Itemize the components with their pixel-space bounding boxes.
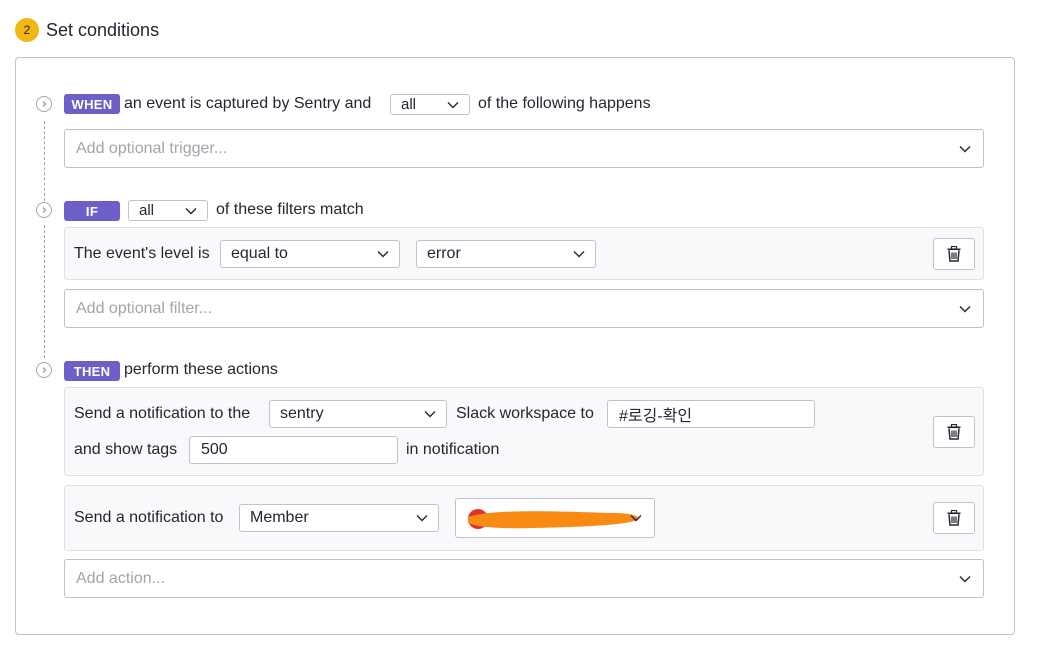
add-action-placeholder: Add action...	[76, 569, 165, 587]
tags-suffix: in notification	[406, 441, 500, 458]
tags-label: and show tags	[74, 441, 178, 458]
tags-input[interactable]: 500	[189, 436, 398, 464]
member-select[interactable]	[455, 498, 655, 538]
delete-filter-button[interactable]	[933, 238, 975, 270]
chevron-down-icon	[959, 145, 971, 152]
filter-operator-select[interactable]: equal to	[220, 240, 400, 268]
add-trigger-select[interactable]: Add optional trigger...	[64, 129, 984, 168]
trash-icon	[947, 424, 961, 440]
target-type-value: Member	[250, 509, 309, 526]
filter-operator-value: equal to	[231, 245, 288, 262]
filter-row: The event's level is equal to error	[64, 227, 984, 280]
slack-channel-value: #로깅-확인	[619, 408, 693, 425]
chevron-down-icon	[959, 305, 971, 312]
member-action-label: Send a notification to	[74, 509, 224, 526]
delete-member-action-button[interactable]	[933, 502, 975, 534]
filter-level-select[interactable]: error	[416, 240, 596, 268]
add-filter-select[interactable]: Add optional filter...	[64, 289, 984, 328]
chevron-down-icon	[959, 575, 971, 582]
when-suffix-text: of the following happens	[478, 95, 651, 112]
slack-action-row: Send a notification to the sentry Slack …	[64, 387, 984, 476]
if-badge: IF	[64, 201, 120, 221]
slack-workspace-value: sentry	[280, 405, 324, 422]
trash-icon	[947, 510, 961, 526]
filter-label: The event's level is	[74, 245, 210, 262]
slack-action-prefix: Send a notification to the	[74, 405, 251, 422]
filter-level-value: error	[427, 245, 461, 262]
trash-icon	[947, 246, 961, 262]
redacted-member-mark	[468, 509, 639, 529]
add-filter-placeholder: Add optional filter...	[76, 299, 213, 317]
chevron-right-icon	[36, 96, 52, 112]
connector-line-if	[44, 225, 45, 358]
chevron-right-icon	[36, 202, 52, 218]
when-match-select[interactable]: all	[390, 94, 470, 115]
step-number-badge: 2	[15, 18, 39, 42]
add-action-select[interactable]: Add action...	[64, 559, 984, 598]
chevron-down-icon	[424, 411, 436, 418]
add-trigger-placeholder: Add optional trigger...	[76, 139, 228, 157]
chevron-right-icon	[36, 362, 52, 378]
delete-slack-action-button[interactable]	[933, 416, 975, 448]
chevron-down-icon	[573, 251, 585, 258]
slack-workspace-select[interactable]: sentry	[269, 400, 447, 428]
if-match-value: all	[139, 202, 155, 219]
member-action-row: Send a notification to Member	[64, 485, 984, 551]
chevron-down-icon	[630, 515, 642, 522]
connector-line-when	[44, 121, 45, 201]
chevron-down-icon	[185, 207, 197, 214]
if-suffix-text: of these filters match	[216, 201, 364, 218]
when-match-value: all	[401, 96, 417, 113]
conditions-panel: WHEN an event is captured by Sentry and …	[15, 57, 1015, 635]
chevron-down-icon	[416, 515, 428, 522]
target-type-select[interactable]: Member	[239, 504, 439, 532]
tags-value: 500	[201, 441, 228, 458]
if-match-select[interactable]: all	[128, 200, 208, 221]
slack-action-middle: Slack workspace to	[456, 405, 594, 422]
chevron-down-icon	[377, 251, 389, 258]
when-badge: WHEN	[64, 94, 120, 114]
then-badge: THEN	[64, 361, 120, 381]
when-prefix-text: an event is captured by Sentry and	[124, 95, 372, 112]
step-title: Set conditions	[46, 19, 160, 40]
step-header: 2 Set conditions	[15, 18, 159, 42]
chevron-down-icon	[447, 101, 459, 108]
then-suffix-text: perform these actions	[124, 361, 278, 378]
slack-channel-input[interactable]: #로깅-확인	[607, 400, 815, 428]
